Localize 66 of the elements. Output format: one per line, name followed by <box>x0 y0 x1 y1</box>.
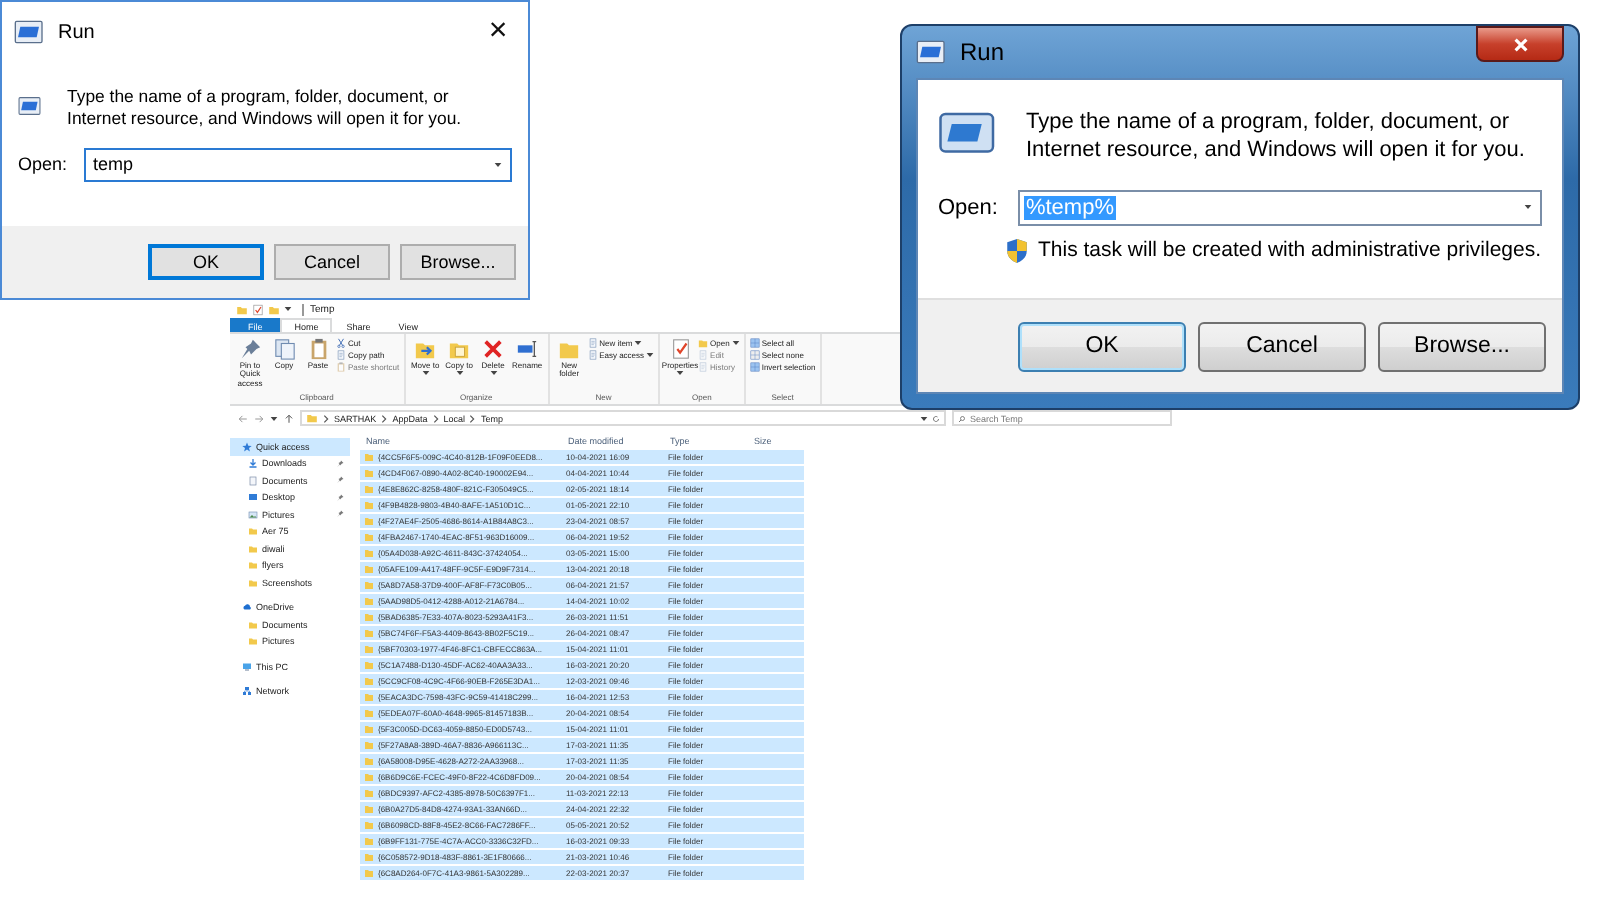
cloud-icon <box>242 602 252 613</box>
dialog-button[interactable]: OK <box>1018 321 1186 371</box>
pages-icon <box>273 338 295 360</box>
folder-icon <box>558 338 581 360</box>
close-icon <box>1511 35 1529 53</box>
chevron-icon <box>431 413 440 423</box>
picture-icon <box>248 509 258 520</box>
open-field[interactable]: temp <box>83 147 512 182</box>
dialog-button[interactable]: Cancel <box>274 244 390 280</box>
shield-icon <box>1006 237 1028 264</box>
caret-icon <box>494 161 502 168</box>
close-button[interactable]: × <box>468 14 528 50</box>
scissors-icon <box>336 338 346 348</box>
pin-icon <box>336 476 344 485</box>
caret-icon <box>284 306 292 312</box>
up-icon[interactable] <box>284 413 294 423</box>
caret-icon <box>455 370 464 377</box>
chevron-icon <box>322 413 330 423</box>
caret-icon <box>1524 204 1532 211</box>
document-icon <box>248 475 258 486</box>
network-icon <box>242 686 252 697</box>
pin-icon <box>336 510 344 519</box>
pin-icon <box>336 459 344 468</box>
dialog-button[interactable]: OK <box>148 244 264 280</box>
close-button[interactable] <box>1476 26 1564 62</box>
rename-icon <box>516 338 539 360</box>
folder-icon <box>448 338 471 360</box>
forward-icon[interactable] <box>254 413 264 423</box>
delete-icon <box>482 338 505 360</box>
caret-icon <box>421 370 430 377</box>
folder-icon <box>306 412 318 424</box>
dialog-button[interactable]: Browse... <box>1378 321 1546 371</box>
open-label: Open: <box>938 195 998 220</box>
dialog-button[interactable]: Cancel <box>1198 321 1366 371</box>
download-icon <box>248 458 258 469</box>
folder-icon <box>414 338 437 360</box>
folder-icon <box>698 338 709 348</box>
dialog-title: Run <box>960 38 1005 66</box>
clipboard-icon <box>307 338 329 360</box>
computer-icon <box>242 661 252 672</box>
clipboard-icon <box>336 362 346 372</box>
refresh-icon[interactable] <box>932 413 940 423</box>
admin-note: This task will be created with administrative privileges. <box>1038 238 1542 263</box>
pin-icon <box>239 338 261 360</box>
check-icon <box>669 338 692 360</box>
instruction-text: Type the name of a program, folder, document, or Internet resource, and Windows will open it for you. <box>1026 108 1527 166</box>
check-icon[interactable] <box>252 303 264 315</box>
dialog-title: Run <box>58 21 95 43</box>
run-icon <box>916 38 948 66</box>
star-icon <box>242 441 252 452</box>
chevron-icon <box>468 413 477 423</box>
caret-icon <box>676 370 685 377</box>
run-icon <box>14 18 46 46</box>
caret-icon <box>270 415 278 421</box>
page-icon <box>336 350 346 360</box>
search-icon <box>958 413 966 423</box>
open-label: Open: <box>18 154 68 175</box>
caret-icon <box>489 370 498 377</box>
desktop-icon <box>248 492 258 503</box>
back-icon[interactable] <box>238 413 248 423</box>
dialog-button[interactable]: Browse... <box>400 244 516 280</box>
instruction-text: Type the name of a program, folder, document, or Internet resource, and Windows will open it for you. <box>67 86 464 130</box>
chevron-icon <box>380 413 389 423</box>
pin-icon <box>336 493 344 502</box>
caret-icon <box>920 415 928 421</box>
caret-icon <box>731 340 740 346</box>
